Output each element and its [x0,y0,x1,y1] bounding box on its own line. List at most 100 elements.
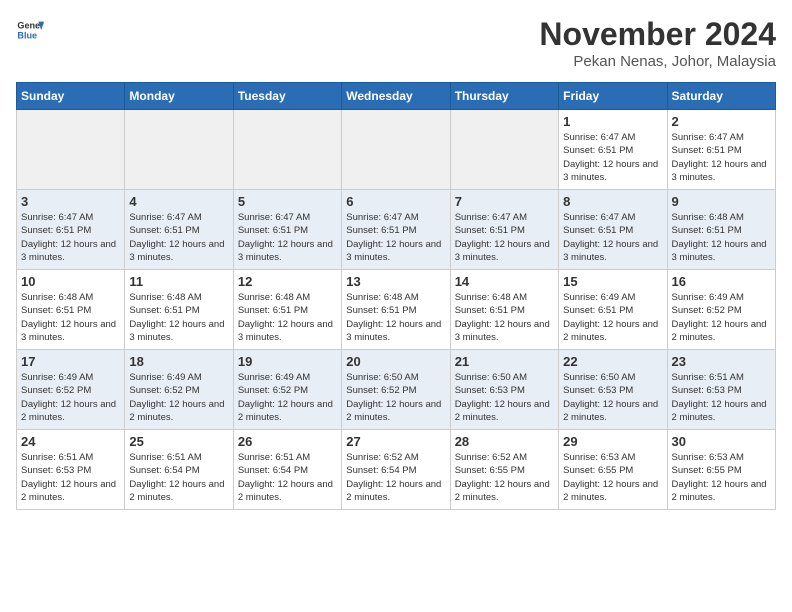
day-number: 25 [129,434,228,449]
col-tuesday: Tuesday [233,83,341,110]
table-row: 29 Sunrise: 6:53 AM Sunset: 6:55 PM Dayli… [559,430,667,510]
table-row: 28 Sunrise: 6:52 AM Sunset: 6:55 PM Dayli… [450,430,558,510]
table-row [450,110,558,190]
day-info: Sunrise: 6:47 AM Sunset: 6:51 PM Dayligh… [238,211,337,264]
table-row: 5 Sunrise: 6:47 AM Sunset: 6:51 PM Daylig… [233,190,341,270]
table-row: 3 Sunrise: 6:47 AM Sunset: 6:51 PM Daylig… [17,190,125,270]
day-info: Sunrise: 6:52 AM Sunset: 6:55 PM Dayligh… [455,451,554,504]
day-info: Sunrise: 6:48 AM Sunset: 6:51 PM Dayligh… [238,291,337,344]
calendar-week-row: 17 Sunrise: 6:49 AM Sunset: 6:52 PM Dayli… [17,350,776,430]
day-info: Sunrise: 6:48 AM Sunset: 6:51 PM Dayligh… [672,211,771,264]
day-info: Sunrise: 6:48 AM Sunset: 6:51 PM Dayligh… [346,291,445,344]
table-row: 15 Sunrise: 6:49 AM Sunset: 6:51 PM Dayli… [559,270,667,350]
logo: General Blue [16,16,44,44]
day-info: Sunrise: 6:53 AM Sunset: 6:55 PM Dayligh… [563,451,662,504]
day-info: Sunrise: 6:51 AM Sunset: 6:53 PM Dayligh… [672,371,771,424]
day-info: Sunrise: 6:50 AM Sunset: 6:53 PM Dayligh… [455,371,554,424]
col-wednesday: Wednesday [342,83,450,110]
day-number: 21 [455,354,554,369]
day-number: 17 [21,354,120,369]
day-info: Sunrise: 6:47 AM Sunset: 6:51 PM Dayligh… [563,131,662,184]
table-row: 13Sunrise: 6:48 AM Sunset: 6:51 PM Dayli… [342,270,450,350]
day-number: 28 [455,434,554,449]
calendar-week-row: 1 Sunrise: 6:47 AM Sunset: 6:51 PM Daylig… [17,110,776,190]
table-row: 14 Sunrise: 6:48 AM Sunset: 6:51 PM Dayli… [450,270,558,350]
day-number: 3 [21,194,120,209]
day-info: Sunrise: 6:51 AM Sunset: 6:54 PM Dayligh… [238,451,337,504]
day-info: Sunrise: 6:53 AM Sunset: 6:55 PM Dayligh… [672,451,771,504]
calendar-week-row: 3 Sunrise: 6:47 AM Sunset: 6:51 PM Daylig… [17,190,776,270]
calendar-table: Sunday Monday Tuesday Wednesday Thursday… [16,82,776,510]
day-info: Sunrise: 6:49 AM Sunset: 6:52 PM Dayligh… [129,371,228,424]
day-number: 15 [563,274,662,289]
day-number: 16 [672,274,771,289]
day-number: 1 [563,114,662,129]
table-row [233,110,341,190]
day-number: 30 [672,434,771,449]
day-info: Sunrise: 6:47 AM Sunset: 6:51 PM Dayligh… [346,211,445,264]
day-number: 27 [346,434,445,449]
day-number: 24 [21,434,120,449]
table-row: 21 Sunrise: 6:50 AM Sunset: 6:53 PM Dayli… [450,350,558,430]
svg-text:Blue: Blue [17,30,37,40]
day-info: Sunrise: 6:48 AM Sunset: 6:51 PM Dayligh… [455,291,554,344]
day-info: Sunrise: 6:47 AM Sunset: 6:51 PM Dayligh… [129,211,228,264]
day-number: 11 [129,274,228,289]
col-thursday: Thursday [450,83,558,110]
day-info: Sunrise: 6:47 AM Sunset: 6:51 PM Dayligh… [21,211,120,264]
day-number: 18 [129,354,228,369]
table-row: 16 Sunrise: 6:49 AM Sunset: 6:52 PM Dayli… [667,270,775,350]
day-number: 8 [563,194,662,209]
day-info: Sunrise: 6:48 AM Sunset: 6:51 PM Dayligh… [129,291,228,344]
day-info: Sunrise: 6:51 AM Sunset: 6:53 PM Dayligh… [21,451,120,504]
day-number: 26 [238,434,337,449]
calendar-week-row: 10 Sunrise: 6:48 AM Sunset: 6:51 PM Dayli… [17,270,776,350]
table-row: 23 Sunrise: 6:51 AM Sunset: 6:53 PM Dayli… [667,350,775,430]
table-row: 30 Sunrise: 6:53 AM Sunset: 6:55 PM Dayli… [667,430,775,510]
col-saturday: Saturday [667,83,775,110]
day-number: 5 [238,194,337,209]
day-info: Sunrise: 6:50 AM Sunset: 6:53 PM Dayligh… [563,371,662,424]
day-number: 10 [21,274,120,289]
day-number: 12 [238,274,337,289]
day-info: Sunrise: 6:47 AM Sunset: 6:51 PM Dayligh… [563,211,662,264]
location-title: Pekan Nenas, Johor, Malaysia [539,53,776,70]
calendar-week-row: 24 Sunrise: 6:51 AM Sunset: 6:53 PM Dayli… [17,430,776,510]
table-row: 26 Sunrise: 6:51 AM Sunset: 6:54 PM Dayli… [233,430,341,510]
day-info: Sunrise: 6:49 AM Sunset: 6:51 PM Dayligh… [563,291,662,344]
day-number: 6 [346,194,445,209]
day-info: Sunrise: 6:48 AM Sunset: 6:51 PM Dayligh… [21,291,120,344]
col-friday: Friday [559,83,667,110]
table-row: 2Sunrise: 6:47 AM Sunset: 6:51 PM Daylig… [667,110,775,190]
day-info: Sunrise: 6:49 AM Sunset: 6:52 PM Dayligh… [238,371,337,424]
col-monday: Monday [125,83,233,110]
day-number: 4 [129,194,228,209]
day-info: Sunrise: 6:50 AM Sunset: 6:52 PM Dayligh… [346,371,445,424]
day-info: Sunrise: 6:52 AM Sunset: 6:54 PM Dayligh… [346,451,445,504]
day-number: 29 [563,434,662,449]
table-row: 10 Sunrise: 6:48 AM Sunset: 6:51 PM Dayli… [17,270,125,350]
day-info: Sunrise: 6:49 AM Sunset: 6:52 PM Dayligh… [672,291,771,344]
day-number: 20 [346,354,445,369]
calendar-header-row: Sunday Monday Tuesday Wednesday Thursday… [17,83,776,110]
month-title: November 2024 [539,16,776,53]
day-number: 7 [455,194,554,209]
col-sunday: Sunday [17,83,125,110]
table-row: 1 Sunrise: 6:47 AM Sunset: 6:51 PM Daylig… [559,110,667,190]
table-row: 12 Sunrise: 6:48 AM Sunset: 6:51 PM Dayli… [233,270,341,350]
day-number: 14 [455,274,554,289]
table-row: 17 Sunrise: 6:49 AM Sunset: 6:52 PM Dayli… [17,350,125,430]
table-row: 27 Sunrise: 6:52 AM Sunset: 6:54 PM Dayli… [342,430,450,510]
table-row: 19 Sunrise: 6:49 AM Sunset: 6:52 PM Dayli… [233,350,341,430]
day-number: 23 [672,354,771,369]
header: General Blue November 2024 Pekan Nenas, … [16,16,776,70]
table-row: 24 Sunrise: 6:51 AM Sunset: 6:53 PM Dayli… [17,430,125,510]
day-number: 22 [563,354,662,369]
table-row [17,110,125,190]
table-row: 4 Sunrise: 6:47 AM Sunset: 6:51 PM Daylig… [125,190,233,270]
table-row: 9Sunrise: 6:48 AM Sunset: 6:51 PM Daylig… [667,190,775,270]
table-row: 7Sunrise: 6:47 AM Sunset: 6:51 PM Daylig… [450,190,558,270]
table-row: 11 Sunrise: 6:48 AM Sunset: 6:51 PM Dayli… [125,270,233,350]
day-number: 19 [238,354,337,369]
day-info: Sunrise: 6:49 AM Sunset: 6:52 PM Dayligh… [21,371,120,424]
